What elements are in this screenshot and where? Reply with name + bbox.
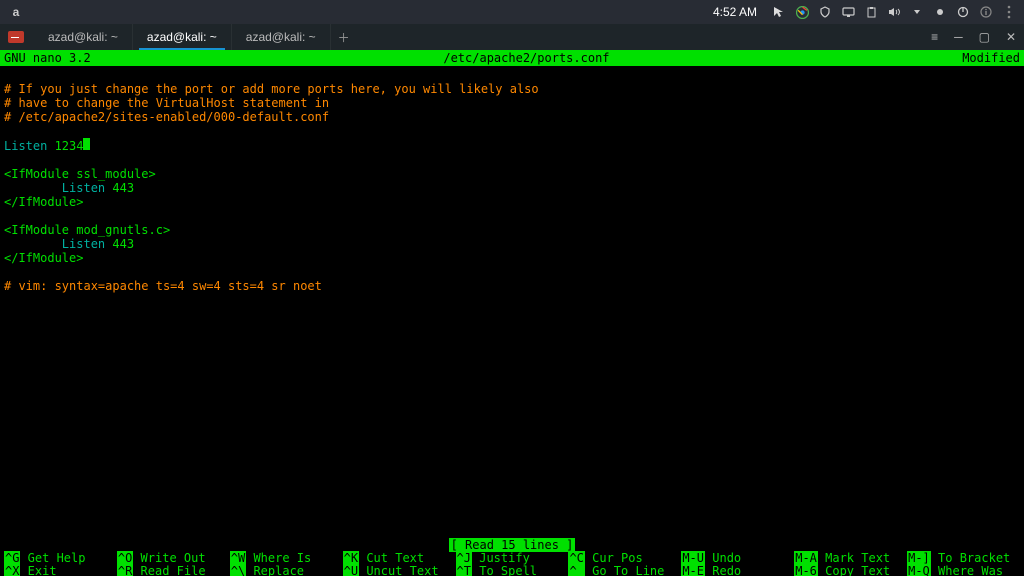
shortcut-to-spell[interactable]: ^T To Spell <box>456 565 569 576</box>
shortcut-exit[interactable]: ^X Exit <box>4 565 117 576</box>
nano-status-text: [ Read 15 lines ] <box>449 538 576 552</box>
directive-listen: Listen <box>4 237 105 251</box>
comment-line: # If you just change the port or add mor… <box>4 82 539 96</box>
minimize-button[interactable]: ─ <box>954 30 963 44</box>
terminal-tab-1[interactable]: azad@kali: ~ <box>34 24 133 50</box>
shortcut-uncut-text[interactable]: ^U Uncut Text <box>343 565 456 576</box>
terminal-titlebar: azad@kali: ~ azad@kali: ~ azad@kali: ~ ＋… <box>0 24 1024 50</box>
ifmodule-close: </IfModule> <box>4 195 83 209</box>
directive-value: 443 <box>105 181 134 195</box>
nano-app-name: GNU nano 3.2 <box>4 50 91 66</box>
clock: 4:52 AM <box>713 5 757 19</box>
hamburger-menu-icon[interactable]: ≡ <box>931 30 938 44</box>
directive-value: 1234 <box>47 139 83 153</box>
volume-icon[interactable] <box>887 5 901 19</box>
ifmodule-open: <IfModule ssl_module> <box>4 167 156 181</box>
close-button[interactable]: ✕ <box>1006 30 1016 44</box>
terminal-tabs: azad@kali: ~ azad@kali: ~ azad@kali: ~ ＋ <box>34 24 357 50</box>
nano-status-line: [ Read 15 lines ] <box>0 538 1024 552</box>
comment-line: # /etc/apache2/sites-enabled/000-default… <box>4 110 329 124</box>
comment-line: # have to change the VirtualHost stateme… <box>4 96 329 110</box>
nano-file-path: /etc/apache2/ports.conf <box>91 50 963 66</box>
terminal-tab-2[interactable]: azad@kali: ~ <box>133 24 232 50</box>
text-cursor <box>83 138 90 150</box>
shortcut-redo[interactable]: M-E Redo <box>681 565 794 576</box>
shortcut-copy-text[interactable]: M-6 Copy Text <box>794 565 907 576</box>
cursor-icon[interactable] <box>772 5 786 19</box>
shortcut-where-was[interactable]: M-Q Where Was <box>907 565 1020 576</box>
info-icon[interactable] <box>979 5 993 19</box>
display-icon[interactable] <box>841 5 855 19</box>
dot-icon[interactable] <box>933 5 947 19</box>
ifmodule-close: </IfModule> <box>4 251 83 265</box>
directive-listen: Listen <box>4 139 47 153</box>
tab-label: azad@kali: ~ <box>48 30 118 44</box>
ifmodule-open: <IfModule mod_gnutls.c> <box>4 223 170 237</box>
maximize-button[interactable]: ▢ <box>979 30 990 44</box>
nano-modified-state: Modified <box>962 50 1020 66</box>
shortcut-read-file[interactable]: ^R Read File <box>117 565 230 576</box>
shortcut-replace[interactable]: ^\ Replace <box>230 565 343 576</box>
menu-dots-icon[interactable] <box>1002 5 1016 19</box>
shortcut-go-to-line[interactable]: ^_ Go To Line <box>568 565 681 576</box>
tab-label: azad@kali: ~ <box>246 30 316 44</box>
chrome-icon[interactable] <box>795 5 809 19</box>
nano-shortcut-bar: ^G Get Help ^O Write Out ^W Where Is ^K … <box>0 552 1024 576</box>
new-tab-button[interactable]: ＋ <box>331 24 357 50</box>
directive-value: 443 <box>105 237 134 251</box>
comment-line: # vim: syntax=apache ts=4 sw=4 sts=4 sr … <box>4 279 322 293</box>
power-icon[interactable] <box>956 5 970 19</box>
clipboard-icon[interactable] <box>864 5 878 19</box>
desktop-taskbar: a 4:52 AM <box>0 0 1024 24</box>
terminal-app-icon[interactable] <box>8 31 24 43</box>
terminal-tab-3[interactable]: azad@kali: ~ <box>232 24 331 50</box>
tab-label: azad@kali: ~ <box>147 30 217 44</box>
shield-icon[interactable] <box>818 5 832 19</box>
directive-listen: Listen <box>4 181 105 195</box>
activities-icon[interactable]: a <box>8 4 24 20</box>
dropdown-icon[interactable] <box>910 5 924 19</box>
nano-editor-area[interactable]: # If you just change the port or add mor… <box>0 66 1024 538</box>
nano-header: GNU nano 3.2 /etc/apache2/ports.conf Mod… <box>0 50 1024 66</box>
